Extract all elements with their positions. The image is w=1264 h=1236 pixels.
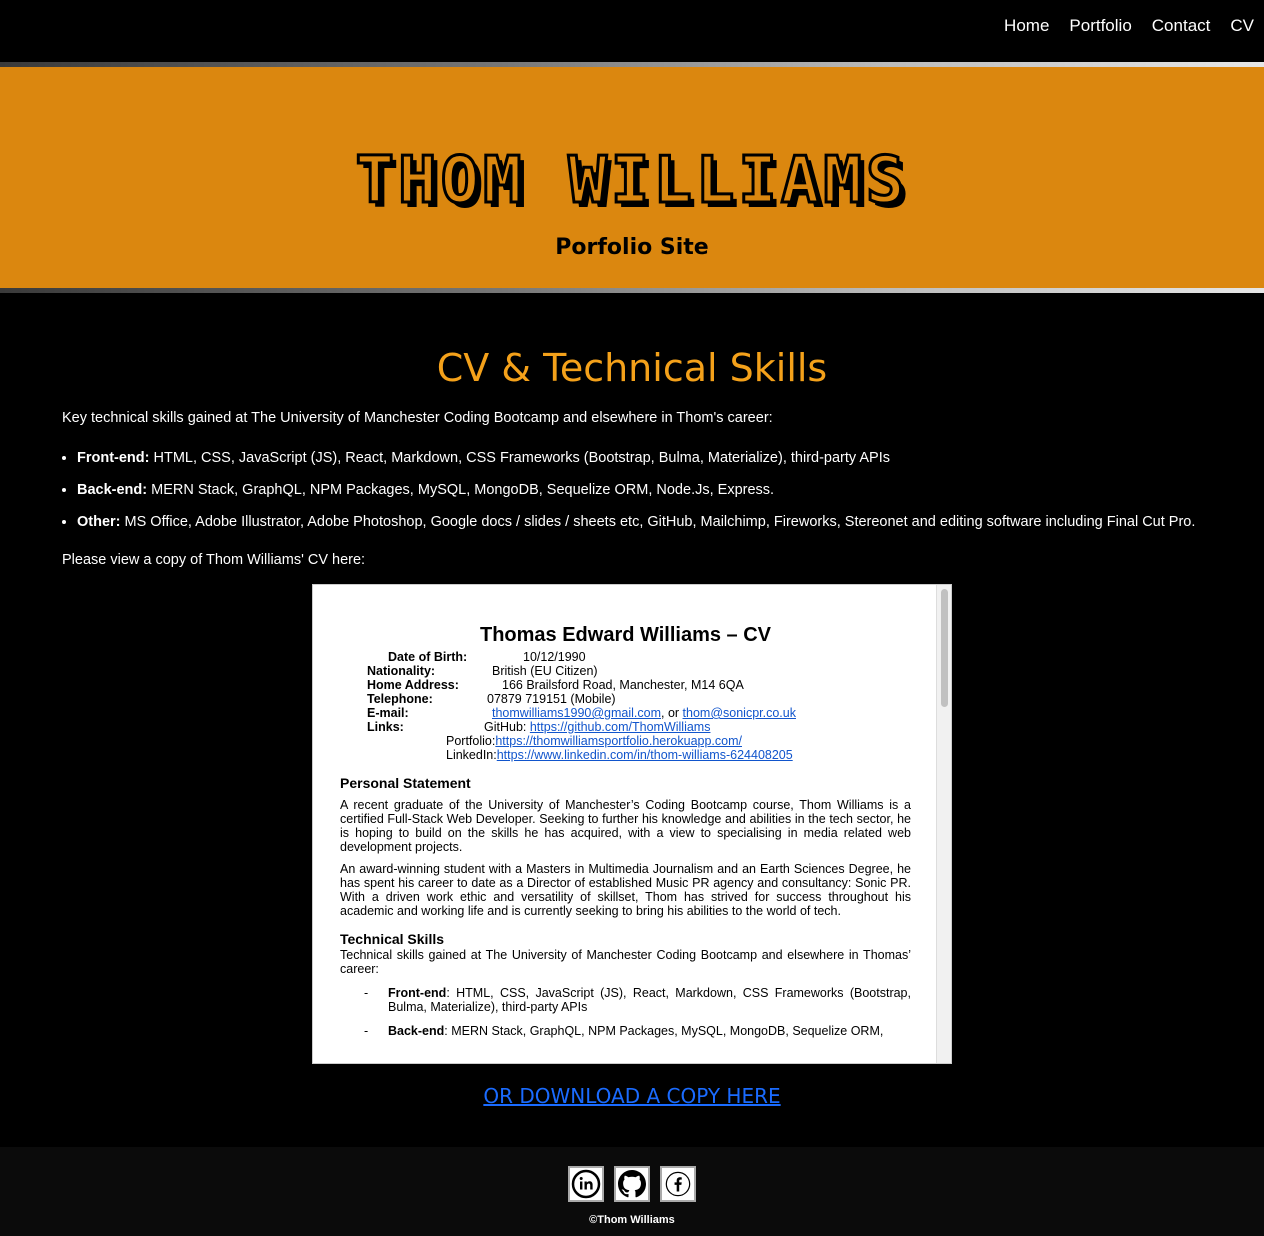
cv-portfolio-link[interactable]: https://thomwilliamsportfolio.herokuapp.…	[495, 734, 742, 748]
cv-info-row: Telephone: 07879 719151 (Mobile)	[340, 692, 911, 706]
hero-banner: Thom Williams Porfolio Site	[0, 67, 1264, 288]
cv-info-row: Nationality: British (EU Citizen)	[340, 664, 911, 678]
nav-cv-link[interactable]: CV	[1230, 16, 1254, 36]
cv-skill-text: : HTML, CSS, JavaScript (JS), React, Mar…	[388, 986, 911, 1014]
linkedin-icon-glyph	[571, 1169, 601, 1199]
github-icon[interactable]	[614, 1166, 650, 1202]
list-item: - Back-end: MERN Stack, GraphQL, NPM Pack…	[340, 1024, 911, 1038]
cv-info-value: 07879 719151 (Mobile)	[487, 692, 616, 706]
list-item: - Front-end: HTML, CSS, JavaScript (JS), …	[340, 986, 911, 1014]
cv-pdf-viewer[interactable]: Thomas Edward Williams – CV Date of Birt…	[312, 584, 952, 1064]
cv-info-label: Date of Birth:	[388, 650, 468, 664]
cv-info-label: Telephone:	[367, 692, 433, 706]
cv-info-value: 166 Brailsford Road, Manchester, M14 6QA	[502, 678, 744, 692]
top-nav: Home Portfolio Contact CV	[0, 0, 1264, 62]
header-divider-bottom	[0, 288, 1264, 293]
list-item: Front-end: HTML, CSS, JavaScript (JS), R…	[77, 449, 1202, 467]
pdf-scrollbar-track[interactable]	[936, 585, 951, 1063]
nav-contact-link[interactable]: Contact	[1152, 16, 1211, 36]
cv-info-value: British (EU Citizen)	[492, 664, 598, 678]
cv-linkedin-label: LinkedIn:	[446, 748, 497, 762]
cv-skill-label: Back-end	[388, 1024, 445, 1038]
download-section: OR DOWNLOAD A COPY HERE	[62, 1084, 1202, 1108]
download-cv-link[interactable]: OR DOWNLOAD A COPY HERE	[483, 1084, 780, 1108]
skill-label: Back-end:	[77, 482, 148, 498]
cv-info-row: Home Address: 166 Brailsford Road, Manche…	[340, 678, 911, 692]
main-content: CV & Technical Skills Key technical skil…	[0, 346, 1264, 1108]
cv-github-label: GitHub:	[484, 720, 530, 734]
cv-info-label: Nationality:	[367, 664, 436, 678]
cv-paragraph: An award-winning student with a Masters …	[340, 862, 911, 918]
facebook-icon-glyph	[665, 1171, 691, 1197]
cv-info-value: 10/12/1990	[523, 650, 586, 664]
facebook-icon[interactable]	[660, 1166, 696, 1202]
cv-document: Thomas Edward Williams – CV Date of Birt…	[340, 585, 911, 1048]
skill-text: HTML, CSS, JavaScript (JS), React, Markd…	[149, 450, 891, 466]
cv-info-label: Links:	[367, 720, 404, 734]
cv-email-link-alt[interactable]: thom@sonicpr.co.uk	[683, 706, 796, 720]
cv-info-label: E-mail:	[367, 706, 409, 720]
cv-info-row: Date of Birth: 10/12/1990	[340, 650, 911, 664]
cv-skills-list: - Front-end: HTML, CSS, JavaScript (JS), …	[340, 986, 911, 1038]
cv-skill-label: Front-end	[388, 986, 447, 1000]
site-title: Thom Williams	[354, 144, 909, 218]
site-footer: ©Thom Williams	[0, 1147, 1264, 1236]
list-item: Back-end: MERN Stack, GraphQL, NPM Packa…	[77, 481, 1202, 499]
cv-title: Thomas Edward Williams – CV	[479, 624, 771, 646]
skill-label: Front-end:	[77, 450, 150, 466]
cv-linkedin-link[interactable]: https://www.linkedin.com/in/thom-william…	[497, 748, 793, 762]
skills-intro: Key technical skills gained at The Unive…	[62, 410, 773, 426]
cv-info-label: Home Address:	[367, 678, 459, 692]
github-icon-glyph	[618, 1170, 646, 1198]
cv-info-row: Portfolio: https://thomwilliamsportfolio…	[340, 734, 911, 748]
cv-note: Please view a copy of Thom Williams' CV …	[62, 552, 366, 568]
skills-list: Front-end: HTML, CSS, JavaScript (JS), R…	[62, 449, 1202, 531]
pdf-scrollbar-thumb[interactable]	[941, 589, 948, 707]
cv-personal-statement-heading: Personal Statement	[340, 775, 471, 791]
skill-label: Other:	[77, 514, 121, 530]
cv-portfolio-label: Portfolio:	[446, 734, 496, 748]
skill-text: MS Office, Adobe Illustrator, Adobe Phot…	[120, 514, 1196, 530]
list-dash: -	[364, 986, 369, 1000]
copyright-text: ©Thom Williams	[589, 1214, 675, 1226]
cv-info-row: LinkedIn: https://www.linkedin.com/in/th…	[340, 748, 911, 762]
list-item: Other: MS Office, Adobe Illustrator, Ado…	[77, 513, 1202, 531]
cv-technical-skills-heading: Technical Skills	[340, 931, 445, 947]
site-subtitle: Porfolio Site	[555, 235, 709, 260]
cv-github-link[interactable]: https://github.com/ThomWilliams	[530, 720, 711, 734]
cv-info-row: Links: GitHub: https://github.com/ThomWil…	[340, 720, 911, 734]
cv-email-link[interactable]: thomwilliams1990@gmail.com	[492, 706, 661, 720]
nav-home-link[interactable]: Home	[1004, 16, 1049, 36]
cv-paragraph: Technical skills gained at The Universit…	[340, 948, 911, 976]
list-dash: -	[364, 1024, 369, 1038]
cv-skill-text: : MERN Stack, GraphQL, NPM Packages, MyS…	[444, 1024, 884, 1038]
social-icons	[0, 1166, 1264, 1202]
linkedin-icon[interactable]	[568, 1166, 604, 1202]
skill-text: MERN Stack, GraphQL, NPM Packages, MySQL…	[147, 482, 775, 498]
nav-portfolio-link[interactable]: Portfolio	[1069, 16, 1131, 36]
page-title: CV & Technical Skills	[436, 346, 828, 390]
cv-email-separator: , or	[661, 706, 683, 720]
cv-paragraph: A recent graduate of the University of M…	[340, 798, 911, 854]
cv-info-row: E-mail: thomwilliams1990@gmail.com, or th…	[340, 706, 911, 720]
